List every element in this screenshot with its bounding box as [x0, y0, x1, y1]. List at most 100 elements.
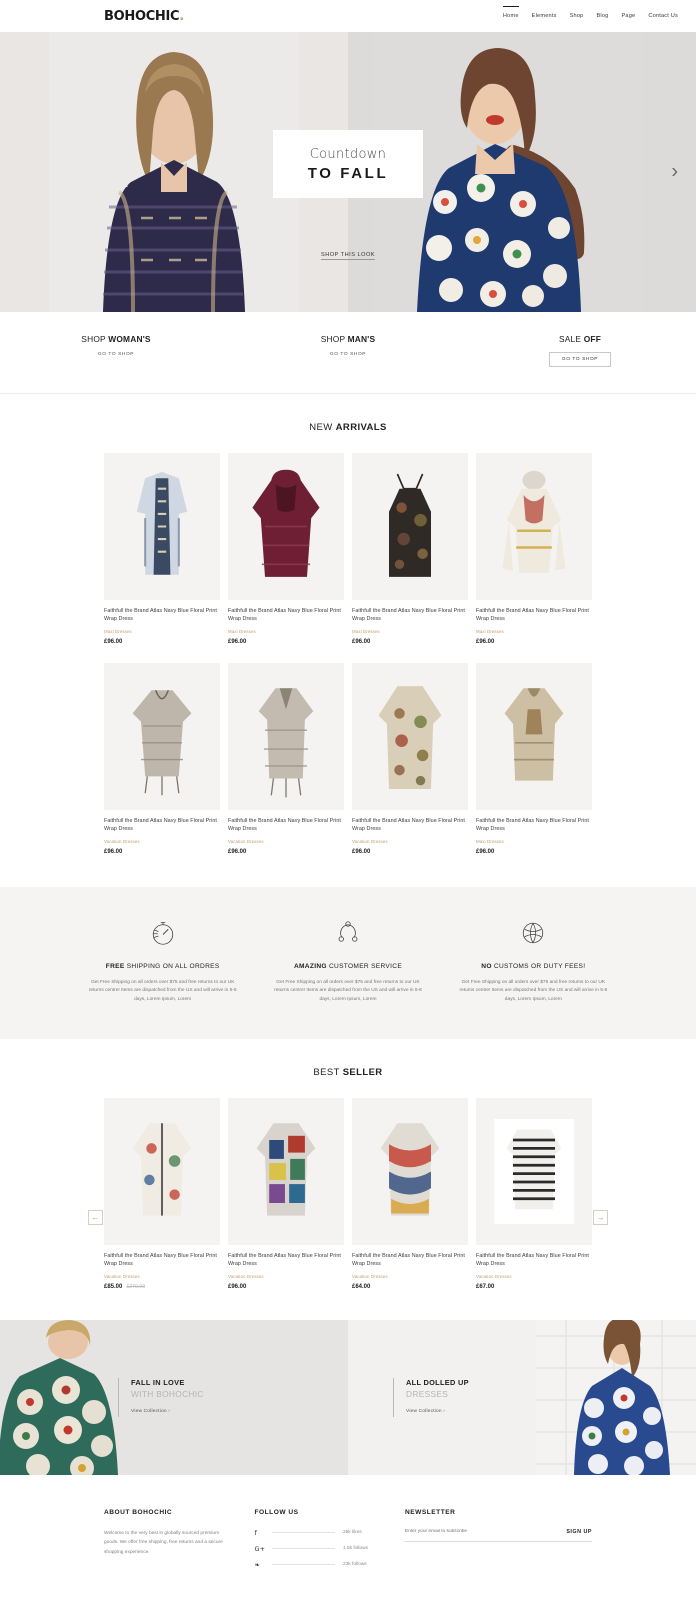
lookbook-banners: FALL IN LOVE WITH BOHOCHIC View Collecti…	[0, 1319, 696, 1475]
twitter-icon[interactable]: ❧	[254, 1561, 264, 1569]
lookbook-link-1[interactable]: View Collection ›	[406, 1409, 445, 1414]
product-image[interactable]	[228, 453, 344, 600]
product-card[interactable]: Faithfull the Brand Atlas Navy Blue Flor…	[352, 453, 468, 663]
product-category[interactable]: Maxi Dresses	[352, 629, 468, 634]
product-image[interactable]	[352, 1098, 468, 1246]
nav-item-contact-us[interactable]: Contact Us	[648, 13, 678, 19]
product-category[interactable]: Vacation Dresses	[104, 1274, 220, 1279]
product-price: £96.00	[476, 639, 592, 645]
product-card[interactable]: Faithfull the Brand Atlas Navy Blue Flor…	[476, 662, 592, 873]
product-card[interactable]: Faithfull the Brand Atlas Navy Blue Flor…	[104, 453, 220, 663]
google-plus-icon[interactable]: G+	[254, 1545, 264, 1553]
shop-this-look-link[interactable]: SHOP THIS LOOK	[320, 252, 376, 260]
product-title: Faithfull the Brand Atlas Navy Blue Flor…	[352, 608, 465, 623]
site-header: BOHOCHIC. Home Elements Shop Blog Page Contac…	[0, 0, 696, 32]
product-image[interactable]	[104, 453, 220, 600]
product-price-current: £67.00	[476, 1283, 495, 1290]
product-category[interactable]: Vacation Dresses	[104, 839, 220, 844]
product-category[interactable]: Vacation Dresses	[352, 839, 468, 844]
feature-title-2: NO CUSTOMS OR DUTY FEES!	[455, 963, 612, 970]
product-card[interactable]: Faithfull the Brand Atlas Navy Blue Flor…	[352, 662, 468, 873]
product-card[interactable]: Faithfull the Brand Atlas Navy Blue Flor…	[228, 1098, 344, 1308]
product-image[interactable]	[476, 453, 592, 600]
model-left-illustration	[49, 32, 299, 312]
carousel-prev-arrow-icon[interactable]: ←	[88, 1210, 103, 1226]
product-category[interactable]: Vacation Dresses	[228, 1274, 344, 1279]
promo-strip: SHOP WOMAN'S GO TO SHOP SHOP MAN'S GO TO…	[0, 312, 696, 394]
hero-next-arrow-icon[interactable]: ›	[671, 161, 678, 184]
lookbook-link-0[interactable]: View Collection ›	[131, 1409, 170, 1414]
product-category[interactable]: Vacation Dresses	[352, 1274, 468, 1279]
product-price: £96.00	[104, 849, 220, 855]
product-price-current: £96.00	[104, 848, 123, 855]
feature-title-bold-2: NO	[481, 962, 494, 970]
promo-item-0: SHOP WOMAN'S GO TO SHOP	[0, 334, 232, 367]
hero-slider[interactable]: Countdown TO FALL SHOP THIS LOOK ›	[0, 32, 696, 312]
social-row-1[interactable]: G+ 1.5k follows	[254, 1545, 382, 1553]
promo-cta-1[interactable]: GO TO SHOP	[330, 352, 366, 357]
product-image[interactable]	[352, 662, 468, 810]
nav-item-home[interactable]: Home	[502, 6, 519, 19]
product-title: Faithfull the Brand Atlas Navy Blue Flor…	[352, 1253, 465, 1268]
product-card[interactable]: Faithfull the Brand Atlas Navy Blue Flor…	[476, 1098, 592, 1308]
promo-title-2: SALE OFF	[559, 334, 601, 344]
product-category[interactable]: Maxi Dresses	[476, 839, 592, 844]
product-title: Faithfull the Brand Atlas Navy Blue Flor…	[476, 817, 589, 833]
nav-item-page[interactable]: Page	[621, 13, 635, 19]
promo-cta-2[interactable]: GO TO SHOP	[548, 352, 612, 367]
newsletter-email-input[interactable]	[404, 1529, 567, 1535]
social-count-0: 25k likes	[342, 1530, 362, 1536]
product-image[interactable]	[352, 453, 468, 600]
lookbook-line1-1: ALL DOLLED UP	[406, 1377, 469, 1387]
product-card[interactable]: Faithfull the Brand Atlas Navy Blue Flor…	[228, 662, 344, 873]
nav-item-blog[interactable]: Blog	[596, 13, 608, 19]
lookbook-banner-0[interactable]: FALL IN LOVE WITH BOHOCHIC View Collecti…	[0, 1319, 348, 1475]
product-price-current: £96.00	[476, 848, 495, 855]
best-seller-title-bold: SELLER	[342, 1067, 383, 1079]
product-category[interactable]: Maxi Dresses	[476, 629, 592, 634]
newsletter-signup-button[interactable]: SIGN UP	[566, 1529, 592, 1535]
product-category[interactable]: Vacation Dresses	[228, 839, 344, 844]
facebook-icon[interactable]: f	[254, 1529, 264, 1537]
nav-item-elements[interactable]: Elements	[532, 13, 557, 19]
new-arrivals-grid-wrap: Faithfull the Brand Atlas Navy Blue Flor…	[0, 453, 696, 873]
social-list: f 25k likes G+ 1.5k follows ❧ 23k follow…	[254, 1529, 382, 1569]
product-category[interactable]: Maxi Dresses	[228, 629, 344, 634]
lookbook-text-1: ALL DOLLED UP DRESSES View Collection ›	[393, 1377, 469, 1417]
carousel-next-arrow-icon[interactable]: →	[593, 1210, 608, 1226]
product-image[interactable]	[104, 662, 220, 810]
social-row-0[interactable]: f 25k likes	[254, 1529, 382, 1537]
product-title: Faithfull the Brand Atlas Navy Blue Flor…	[104, 817, 217, 833]
product-image[interactable]	[228, 1098, 344, 1246]
product-card[interactable]: Faithfull the Brand Atlas Navy Blue Flor…	[476, 453, 592, 663]
product-image[interactable]	[476, 662, 592, 810]
feature-title-0: FREE SHIPPING ON ALL ORDRES	[84, 963, 241, 970]
social-row-2[interactable]: ❧ 23k follows	[254, 1561, 382, 1569]
nav-item-shop[interactable]: Shop	[570, 13, 584, 19]
product-title: Faithfull the Brand Atlas Navy Blue Flor…	[352, 817, 465, 833]
main-navigation: Home Elements Shop Blog Page Contact Us	[502, 6, 678, 19]
product-title: Faithfull the Brand Atlas Navy Blue Flor…	[476, 608, 589, 623]
product-category[interactable]: Maxi Dresses	[104, 629, 220, 634]
lookbook-text-0: FALL IN LOVE WITH BOHOCHIC View Collecti…	[118, 1377, 204, 1417]
lookbook-banner-1[interactable]: ALL DOLLED UP DRESSES View Collection ›	[348, 1319, 696, 1475]
footer-follow-column: FOLLOW US f 25k likes G+ 1.5k follows ❧ …	[254, 1509, 404, 1577]
product-title: Faithfull the Brand Atlas Navy Blue Flor…	[476, 1253, 589, 1268]
product-card[interactable]: Faithfull the Brand Atlas Navy Blue Flor…	[104, 1098, 220, 1308]
promo-title-1: SHOP MAN'S	[321, 334, 376, 344]
product-title: Faithfull the Brand Atlas Navy Blue Flor…	[228, 817, 341, 833]
site-logo[interactable]: BOHOCHIC.	[104, 9, 184, 24]
product-card[interactable]: Faithfull the Brand Atlas Navy Blue Flor…	[104, 662, 220, 873]
features-section: FREE SHIPPING ON ALL ORDRES Get Free Shi…	[0, 886, 696, 1040]
product-image[interactable]	[104, 1098, 220, 1246]
product-card[interactable]: Faithfull the Brand Atlas Navy Blue Flor…	[228, 453, 344, 663]
social-divider	[272, 1564, 335, 1566]
product-image[interactable]	[476, 1098, 592, 1246]
promo-bold-1: MAN'S	[347, 334, 376, 344]
promo-cta-0[interactable]: GO TO SHOP	[98, 352, 134, 357]
product-card[interactable]: Faithfull the Brand Atlas Navy Blue Flor…	[352, 1098, 468, 1308]
new-arrivals-title: NEW ARRIVALS	[0, 394, 696, 453]
product-category[interactable]: Vacation Dresses	[476, 1274, 592, 1279]
promo-title-0: SHOP WOMAN'S	[81, 334, 150, 344]
product-image[interactable]	[228, 662, 344, 810]
